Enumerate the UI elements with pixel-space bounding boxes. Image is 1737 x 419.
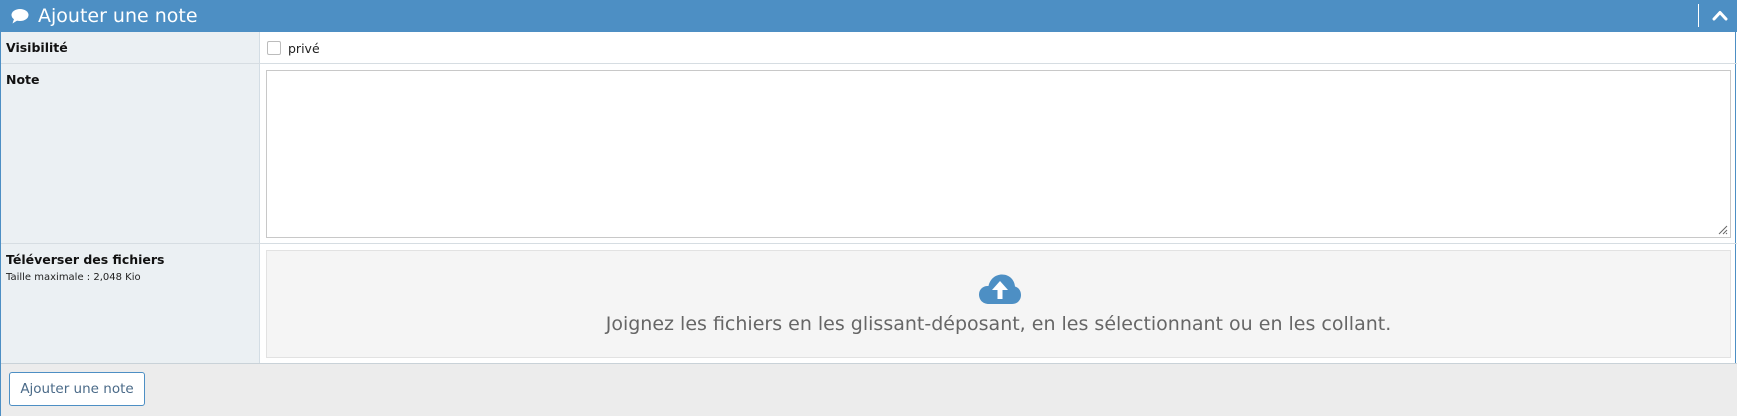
cloud-upload-icon bbox=[978, 273, 1022, 309]
visibility-label-cell: Visibilité bbox=[1, 32, 260, 63]
upload-row: Téléverser des fichiers Taille maximale … bbox=[1, 244, 1737, 364]
comment-icon bbox=[10, 8, 30, 25]
upload-label: Téléverser des fichiers bbox=[6, 252, 165, 267]
visibility-row: Visibilité privé bbox=[1, 32, 1737, 64]
add-note-button[interactable]: Ajouter une note bbox=[9, 372, 145, 406]
panel-footer: Ajouter une note bbox=[1, 364, 1737, 416]
note-row: Note bbox=[1, 64, 1737, 244]
note-label: Note bbox=[6, 72, 40, 87]
private-checkbox-label[interactable]: privé bbox=[288, 41, 320, 56]
header-divider bbox=[1698, 4, 1699, 27]
file-dropzone[interactable]: Joignez les fichiers en les glissant-dép… bbox=[266, 250, 1731, 358]
chevron-up-icon bbox=[1712, 11, 1728, 21]
note-textarea[interactable] bbox=[266, 70, 1731, 238]
note-label-cell: Note bbox=[1, 64, 260, 243]
upload-label-cell: Téléverser des fichiers Taille maximale … bbox=[1, 244, 260, 363]
private-checkbox[interactable] bbox=[267, 41, 281, 55]
visibility-label: Visibilité bbox=[6, 40, 68, 55]
panel-title: Ajouter une note bbox=[38, 5, 198, 27]
add-note-panel: Ajouter une note Visibilité privé Note T… bbox=[0, 0, 1737, 416]
dropzone-text: Joignez les fichiers en les glissant-dép… bbox=[605, 313, 1392, 335]
upload-max-size: Taille maximale : 2,048 Kio bbox=[6, 272, 141, 283]
collapse-button[interactable] bbox=[1703, 0, 1737, 32]
panel-header: Ajouter une note bbox=[1, 0, 1737, 32]
